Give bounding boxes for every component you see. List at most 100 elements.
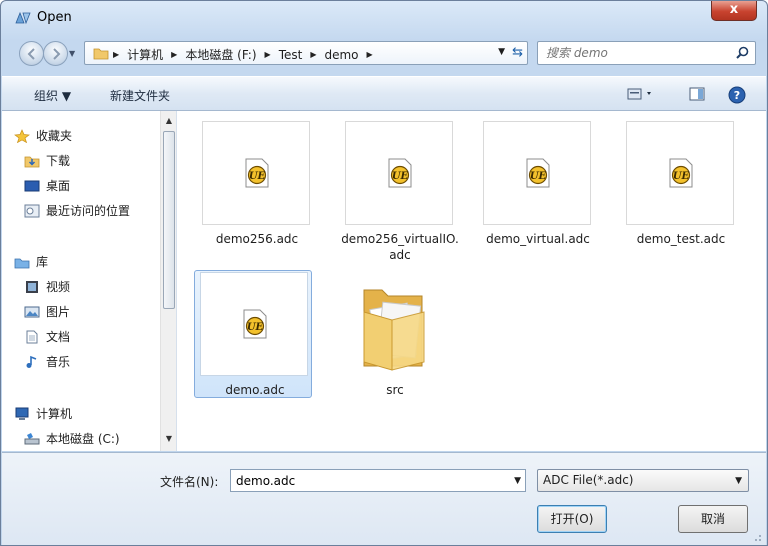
sidebar-item-label: 计算机 (36, 407, 73, 421)
folder-icon (93, 48, 109, 60)
scroll-down-icon[interactable]: ▼ (161, 431, 176, 447)
sidebar-item-label: 最近访问的位置 (46, 204, 131, 218)
filename-label: 文件名(N): (160, 475, 219, 489)
sidebar-item-label: 音乐 (46, 355, 71, 369)
videos-icon (26, 280, 38, 293)
forward-arrow-icon (53, 48, 61, 60)
address-dropdown-icon[interactable]: ▼ (498, 47, 505, 57)
help-icon[interactable]: ? (728, 86, 746, 104)
navigation-scrollbar[interactable]: ▲ ▼ (160, 111, 176, 451)
svg-text:UE: UE (249, 171, 266, 182)
chevron-right-icon[interactable]: ▶ (367, 50, 373, 59)
search-box[interactable] (537, 41, 756, 65)
back-button[interactable] (19, 41, 44, 66)
file-name: demo_test.adc (636, 232, 726, 246)
sidebar-item-label: 本地磁盘 (C:) (46, 432, 120, 446)
music-icon (26, 355, 37, 368)
cancel-button[interactable]: 取消 (678, 505, 748, 533)
search-icon[interactable] (735, 46, 749, 60)
sidebar-item-videos[interactable]: 视频 (24, 278, 70, 295)
chevron-down-icon: ▼ (735, 476, 742, 486)
chevron-right-icon[interactable]: ▶ (113, 50, 119, 59)
navigation-pane: 收藏夹 下载 桌面 最近访问的位置 库 视频 图片 文档 音乐 计算机 本地磁盘… (2, 111, 177, 451)
file-name: demo.adc (225, 383, 285, 397)
svg-text:UE: UE (247, 322, 264, 333)
sidebar-item-documents[interactable]: 文档 (24, 328, 70, 345)
sidebar-item-label: 收藏夹 (36, 129, 73, 143)
sidebar-item-downloads[interactable]: 下载 (24, 152, 70, 169)
open-dialog: Open x ▼ ▶ 计算机 ▶ 本地磁盘 (F:) ▶ Test ▶ demo… (0, 0, 768, 546)
breadcrumb: ▶ 计算机 ▶ 本地磁盘 (F:) ▶ Test ▶ demo ▶ (113, 46, 373, 63)
chevron-right-icon[interactable]: ▶ (310, 50, 316, 59)
chevron-down-icon[interactable]: ▼ (514, 476, 521, 486)
sidebar-item-recent-places[interactable]: 最近访问的位置 (24, 202, 130, 219)
filetype-select[interactable]: ADC File(*.adc) ▼ (537, 469, 749, 492)
svg-text:UE: UE (530, 171, 547, 182)
breadcrumb-demo[interactable]: demo (324, 48, 358, 62)
folder-name: src (386, 383, 404, 397)
sidebar-item-computer[interactable]: 计算机 (14, 405, 72, 422)
libraries-icon (14, 258, 30, 268)
sidebar-item-desktop[interactable]: 桌面 (24, 177, 70, 194)
filename-input[interactable] (234, 473, 504, 489)
open-button[interactable]: 打开(O) (537, 505, 607, 533)
recent-pages-dropdown-icon[interactable]: ▼ (69, 49, 75, 58)
documents-icon (26, 330, 38, 343)
breadcrumb-computer[interactable]: 计算机 (127, 46, 163, 63)
folder-icon (363, 289, 425, 371)
ultraedit-icon: UE (388, 158, 412, 188)
sidebar-item-libraries[interactable]: 库 (14, 253, 48, 270)
view-options-icon[interactable] (626, 86, 656, 102)
hard-drive-icon (24, 432, 40, 444)
sidebar-item-local-disk-c[interactable]: 本地磁盘 (C:) (24, 430, 120, 447)
svg-text:UE: UE (392, 171, 409, 182)
computer-icon (15, 407, 29, 420)
file-name: demo256.adc (215, 232, 299, 246)
svg-text:UE: UE (673, 171, 690, 182)
content-area: 收藏夹 下载 桌面 最近访问的位置 库 视频 图片 文档 音乐 计算机 本地磁盘… (2, 111, 766, 451)
desktop-icon (24, 180, 40, 191)
close-button[interactable]: x (711, 1, 757, 21)
scroll-up-icon[interactable]: ▲ (161, 113, 176, 129)
file-name: demo256_virtualIO.adc (341, 232, 459, 262)
ultraedit-icon: UE (526, 158, 550, 188)
dialog-footer: 文件名(N): ▼ ADC File(*.adc) ▼ 打开(O) 取消 (2, 452, 766, 545)
downloads-folder-icon (24, 156, 40, 167)
title-bar[interactable]: Open x (1, 1, 767, 33)
chevron-right-icon[interactable]: ▶ (265, 50, 271, 59)
preview-pane-icon[interactable] (688, 86, 706, 102)
refresh-icon[interactable]: ⇆ (512, 45, 523, 60)
ultraedit-icon: UE (243, 309, 267, 339)
ultraedit-icon: UE (245, 158, 269, 188)
recent-places-icon (24, 204, 40, 217)
breadcrumb-local-disk-f[interactable]: 本地磁盘 (F:) (185, 46, 256, 63)
pictures-icon (24, 306, 40, 317)
forward-button[interactable] (43, 41, 68, 66)
sidebar-item-label: 下载 (46, 154, 71, 168)
window-title: Open (37, 10, 72, 25)
sidebar-item-label: 桌面 (46, 179, 71, 193)
search-input[interactable] (544, 45, 724, 61)
sidebar-item-favorites[interactable]: 收藏夹 (14, 127, 72, 144)
toolbar: 组织 ▼ 新建文件夹 ? (2, 76, 766, 111)
sidebar-item-music[interactable]: 音乐 (24, 353, 70, 370)
filetype-value: ADC File(*.adc) (543, 473, 634, 487)
breadcrumb-test[interactable]: Test (279, 48, 303, 62)
scrollbar-thumb[interactable] (163, 131, 175, 309)
file-name: demo_virtual.adc (486, 232, 590, 246)
file-list: UE demo256.adc UE demo256_virtualIO.adc (178, 111, 766, 451)
chevron-right-icon[interactable]: ▶ (171, 50, 177, 59)
resize-grip-icon[interactable] (752, 532, 762, 542)
address-bar[interactable]: ▶ 计算机 ▶ 本地磁盘 (F:) ▶ Test ▶ demo ▶ ▼ ⇆ (84, 41, 528, 65)
filename-combobox[interactable]: ▼ (230, 469, 526, 492)
address-row: ▼ ▶ 计算机 ▶ 本地磁盘 (F:) ▶ Test ▶ demo ▶ ▼ ⇆ (1, 35, 767, 73)
app-icon (15, 11, 31, 25)
sidebar-item-pictures[interactable]: 图片 (24, 303, 70, 320)
star-icon (14, 128, 30, 143)
new-folder-button[interactable]: 新建文件夹 (110, 87, 170, 104)
svg-text:?: ? (734, 89, 740, 102)
organize-button[interactable]: 组织 ▼ (34, 87, 71, 104)
back-arrow-icon (27, 48, 35, 60)
ultraedit-icon: UE (669, 158, 693, 188)
sidebar-item-label: 库 (36, 255, 49, 269)
